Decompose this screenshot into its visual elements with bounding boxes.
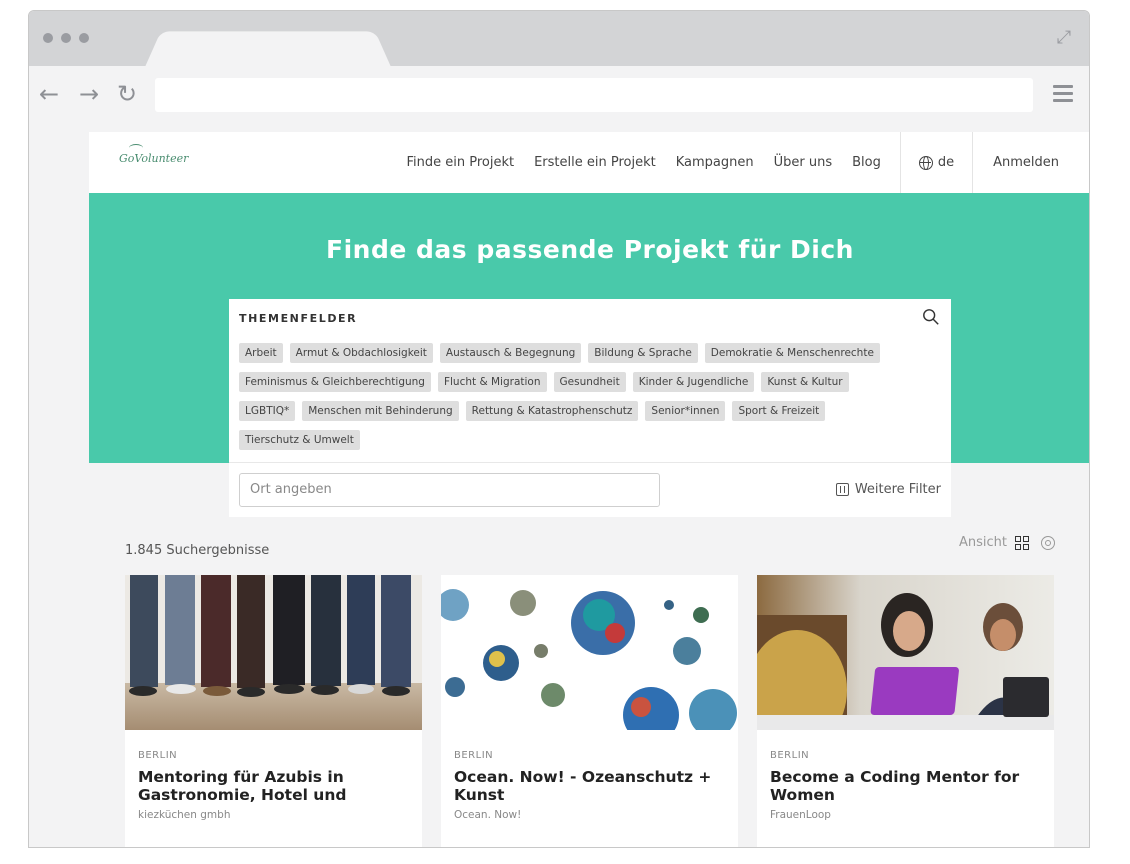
card-city: BERLIN [454, 750, 494, 761]
nav-links: Finde ein Projekt Erstelle ein Projekt K… [406, 132, 1089, 193]
topics-label: THEMENFELDER [239, 312, 358, 325]
site-navbar: GoVolunteer Finde ein Projekt Erstelle e… [89, 132, 1089, 193]
nav-campaigns[interactable]: Kampagnen [676, 155, 754, 170]
topic-chip[interactable]: Arbeit [239, 343, 283, 363]
chip-row: Feminismus & Gleichberechtigung Flucht &… [239, 372, 939, 392]
card-title[interactable]: Become a Coding Mentor for Women [770, 768, 1045, 804]
browser-window: ⤢ ← → ↻ GoVolunteer Finde ein Projekt Er… [28, 10, 1090, 848]
people-legs-photo [125, 575, 422, 730]
view-toggle: Ansicht [959, 535, 1055, 550]
grid-view-icon[interactable] [1015, 535, 1029, 550]
topic-chip[interactable]: Menschen mit Behinderung [302, 401, 459, 421]
back-arrow-icon[interactable]: ← [39, 80, 59, 108]
project-card[interactable]: BERLIN Become a Coding Mentor for Women … [757, 575, 1054, 847]
login-link[interactable]: Anmelden [973, 155, 1089, 170]
topic-chip[interactable]: Senior*innen [645, 401, 726, 421]
more-filters-button[interactable]: Weitere Filter [835, 482, 941, 497]
language-label: de [937, 155, 955, 170]
language-switcher[interactable]: de [899, 132, 974, 193]
address-bar[interactable] [155, 78, 1033, 112]
page: GoVolunteer Finde ein Projekt Erstelle e… [89, 132, 1089, 847]
nav-blog[interactable]: Blog [852, 155, 881, 170]
logo-text: GoVolunteer [119, 152, 189, 165]
fullscreen-icon[interactable]: ⤢ [1053, 27, 1075, 49]
chip-row: LGBTIQ* Menschen mit Behinderung Rettung… [239, 401, 939, 421]
window-close-dot[interactable] [43, 33, 53, 43]
card-city: BERLIN [138, 750, 178, 761]
logo-bird-icon [129, 144, 143, 152]
card-city: BERLIN [770, 750, 810, 761]
hero-title: Finde das passende Projekt für Dich [326, 235, 854, 264]
topic-chip[interactable]: Flucht & Migration [437, 372, 547, 392]
project-card[interactable]: BERLIN Mentoring für Azubis in Gastronom… [125, 575, 422, 847]
topic-chip[interactable]: Feminismus & Gleichberechtigung [239, 372, 431, 392]
topic-chip[interactable]: Armut & Obdachlosigkeit [289, 343, 433, 363]
topic-chip[interactable]: Rettung & Katastrophenschutz [465, 401, 639, 421]
more-filters-label: Weitere Filter [854, 482, 941, 497]
card-organization: kiezküchen gmbh [138, 809, 231, 821]
topic-chip[interactable]: Demokratie & Menschenrechte [704, 343, 880, 363]
location-input[interactable]: Ort angeben [239, 473, 660, 507]
globe-icon [918, 155, 933, 170]
card-title[interactable]: Ocean. Now! - Ozeanschutz + Kunst [454, 768, 729, 804]
results-count: 1.845 Suchergebnisse [125, 543, 270, 558]
filter-card: THEMENFELDER Arbeit Armut & Obdachlosigk… [229, 299, 951, 517]
topic-chip[interactable]: LGBTIQ* [239, 401, 296, 421]
topic-chips: Arbeit Armut & Obdachlosigkeit Austausch… [239, 343, 939, 459]
topic-chip[interactable]: Kunst & Kultur [761, 372, 849, 392]
sliders-icon [835, 483, 849, 496]
laptop-meeting-photo [757, 575, 1054, 730]
window-zoom-dot[interactable] [79, 33, 89, 43]
topic-filter-section: THEMENFELDER Arbeit Armut & Obdachlosigk… [229, 299, 951, 463]
site-logo[interactable]: GoVolunteer [119, 144, 189, 165]
browser-tab[interactable] [145, 31, 391, 67]
browser-toolbar: ← → ↻ [29, 66, 1089, 124]
card-organization: FrauenLoop [770, 809, 831, 821]
project-card[interactable]: BERLIN Ocean. Now! - Ozeanschutz + Kunst… [441, 575, 738, 847]
card-title[interactable]: Mentoring für Azubis in Gastronomie, Hot… [138, 768, 413, 804]
nav-find-project[interactable]: Finde ein Projekt [406, 155, 514, 170]
topic-chip[interactable]: Tierschutz & Umwelt [239, 430, 360, 450]
plastic-mosaic-spheres [441, 575, 738, 730]
card-organization: Ocean. Now! [454, 809, 522, 821]
nav-create-project[interactable]: Erstelle ein Projekt [534, 155, 656, 170]
topic-chip[interactable]: Gesundheit [553, 372, 626, 392]
nav-about[interactable]: Über uns [774, 155, 833, 170]
search-icon[interactable] [922, 308, 940, 326]
page-viewport: GoVolunteer Finde ein Projekt Erstelle e… [29, 124, 1089, 847]
topic-chip[interactable]: Kinder & Jugendliche [632, 372, 755, 392]
topic-chip[interactable]: Austausch & Begegnung [439, 343, 582, 363]
forward-arrow-icon[interactable]: → [79, 80, 99, 108]
chip-row: Arbeit Armut & Obdachlosigkeit Austausch… [239, 343, 939, 363]
view-label: Ansicht [958, 535, 1007, 550]
chip-row: Tierschutz & Umwelt [239, 430, 939, 450]
topic-chip[interactable]: Bildung & Sprache [588, 343, 698, 363]
map-pin-icon[interactable] [1041, 535, 1055, 550]
window-minimize-dot[interactable] [61, 33, 71, 43]
browser-menu-icon[interactable] [1053, 85, 1073, 103]
reload-icon[interactable]: ↻ [117, 80, 137, 108]
browser-titlebar: ⤢ [29, 11, 1089, 67]
topic-chip[interactable]: Sport & Freizeit [732, 401, 826, 421]
